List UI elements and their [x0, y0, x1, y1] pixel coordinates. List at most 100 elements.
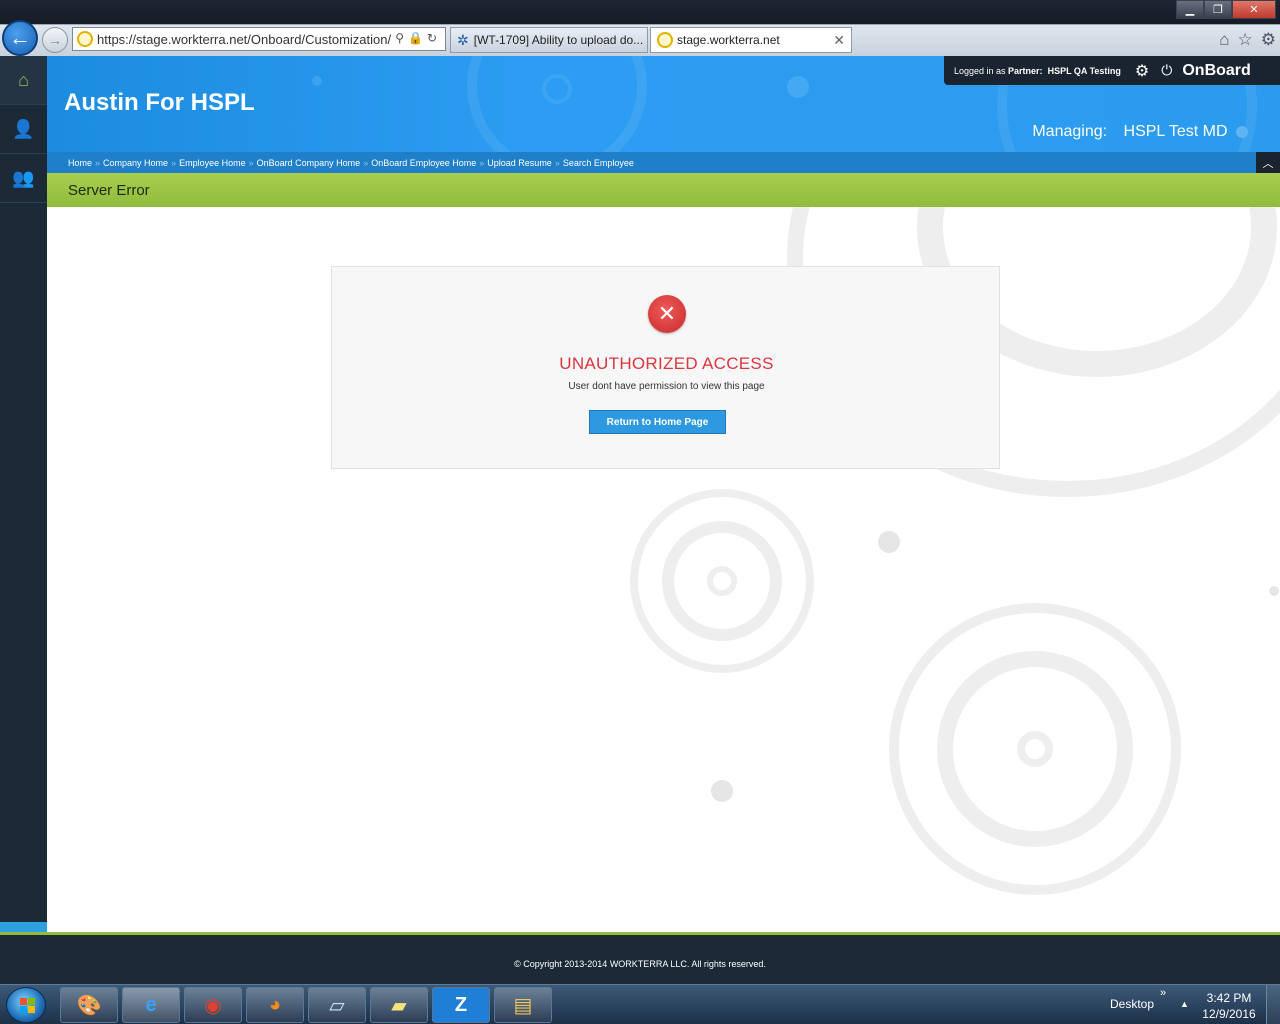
taskbar-ie-icon[interactable]: e [122, 987, 180, 1023]
breadcrumb-upload-resume[interactable]: Upload Resume [487, 158, 552, 168]
breadcrumb-onboard-company-home[interactable]: OnBoard Company Home [257, 158, 361, 168]
show-desktop-button[interactable] [1266, 985, 1280, 1024]
background-decoration [1017, 731, 1053, 767]
home-icon[interactable]: ⌂ [1219, 30, 1229, 50]
clock-time: 3:42 PM [1206, 991, 1252, 1005]
managing-label: Managing: [1032, 123, 1108, 140]
taskbar-chrome-icon[interactable]: ◉ [184, 987, 242, 1023]
taskbar-notes-icon[interactable]: ▱ [308, 987, 366, 1023]
search-icon[interactable]: ⚲ [395, 31, 408, 45]
tab-close-icon[interactable]: ✕ [833, 32, 845, 49]
arrow-right-icon: → [48, 32, 62, 48]
nav-footer-accent [0, 922, 47, 932]
close-window-icon[interactable]: ✕ [1232, 0, 1276, 19]
header-decoration [467, 56, 647, 152]
breadcrumb-separator: » [479, 157, 485, 168]
error-title: UNAUTHORIZED ACCESS [559, 354, 774, 373]
user-icon: 👤 [12, 118, 35, 139]
lock-icon[interactable]: 🔒 [408, 31, 427, 45]
breadcrumb-separator: » [95, 157, 101, 168]
login-prefix: Logged in as [954, 65, 1009, 76]
background-decoration [878, 531, 900, 553]
background-decoration [1269, 586, 1279, 596]
desktop-toolbar-label[interactable]: Desktop [1110, 997, 1154, 1011]
collapse-header-button[interactable]: ︿ [1256, 152, 1280, 173]
chevron-right-icon[interactable]: » [1160, 987, 1166, 999]
return-home-button[interactable]: Return to Home Page [589, 410, 726, 434]
tab-workterra[interactable]: stage.workterra.net ✕ [650, 27, 852, 53]
managing-value[interactable]: HSPL Test MD [1124, 123, 1228, 140]
breadcrumb-separator: » [554, 157, 560, 168]
start-button[interactable] [6, 987, 46, 1023]
home-icon: ⌂ [18, 69, 29, 90]
address-bar-icons[interactable]: ⚲🔒↻ [395, 31, 441, 45]
clock-date: 12/9/2016 [1202, 1007, 1256, 1021]
breadcrumb-employee-home[interactable]: Employee Home [179, 158, 246, 168]
tab-jira[interactable]: ✲ [WT-1709] Ability to upload do... [450, 27, 648, 53]
page-title-bar: Server Error [47, 173, 1280, 207]
users-icon: 👥 [12, 167, 35, 188]
error-message: User dont have permission to view this p… [568, 381, 765, 392]
managing-info: Managing: HSPL Test MD [1032, 123, 1248, 141]
window-controls: ▁ ❐ ✕ [1176, 0, 1276, 19]
url-text[interactable]: https://stage.workterra.net/Onboard/Cust… [97, 32, 391, 47]
site-favicon-icon [77, 31, 93, 47]
settings-gear-icon[interactable]: ⚙ [1135, 61, 1149, 81]
footer: © Copyright 2013-2014 WORKTERRA LLC. All… [0, 932, 1280, 984]
taskbar-paint-icon[interactable]: 🎨 [60, 987, 118, 1023]
maximize-icon[interactable]: ❐ [1204, 0, 1232, 19]
breadcrumb-separator: » [363, 157, 369, 168]
header-decoration [542, 74, 572, 104]
app-header: Austin For HSPL Logged in as Partner: HS… [47, 56, 1280, 152]
back-button[interactable]: ← [2, 20, 38, 56]
system-clock[interactable]: 3:42 PM 12/9/2016 [1200, 990, 1258, 1022]
app-name: OnBoard [1182, 61, 1251, 79]
breadcrumb-onboard-employee-home[interactable]: OnBoard Employee Home [371, 158, 476, 168]
login-bar: Logged in as Partner: HSPL QA Testing ⚙ … [944, 56, 1280, 85]
login-role: Partner: [1008, 65, 1043, 76]
error-x-icon: ✕ [648, 295, 686, 333]
error-card: ✕ UNAUTHORIZED ACCESS User dont have per… [331, 266, 1000, 469]
login-info: Logged in as Partner: HSPL QA Testing [954, 66, 1121, 76]
nav-user[interactable]: 👤 [0, 105, 47, 154]
minimize-icon[interactable]: ▁ [1176, 0, 1204, 19]
browser-tool-icons: ⌂ ☆ ⚙ [1219, 30, 1276, 50]
main-content: ✕ UNAUTHORIZED ACCESS User dont have per… [47, 207, 1280, 932]
copyright-text: © Copyright 2013-2014 WORKTERRA LLC. All… [514, 959, 766, 969]
breadcrumb-home[interactable]: Home [68, 158, 92, 168]
header-decoration [312, 76, 322, 86]
breadcrumb-separator: » [248, 157, 254, 168]
taskbar-firefox-icon[interactable]: ◕ [246, 987, 304, 1023]
forward-button[interactable]: → [42, 27, 68, 53]
taskbar-folder-icon[interactable]: ▤ [494, 987, 552, 1023]
jira-icon: ✲ [457, 31, 469, 48]
site-favicon-icon [657, 32, 673, 48]
tab-label: stage.workterra.net [677, 33, 780, 47]
breadcrumb-search-employee[interactable]: Search Employee [563, 158, 634, 168]
info-icon[interactable] [1236, 125, 1248, 138]
left-nav: ⌂ 👤 👥 [0, 56, 47, 932]
taskbar: 🎨 e ◉ ◕ ▱ ▰ Z ▤ Desktop » ▲ 3:42 PM 12/9… [0, 984, 1280, 1024]
nav-home[interactable]: ⌂ [0, 56, 47, 105]
power-icon[interactable]: ⏻ [1161, 62, 1172, 79]
breadcrumb: Home» Company Home» Employee Home» OnBoa… [47, 152, 1280, 173]
refresh-icon[interactable]: ↻ [427, 31, 441, 45]
chevron-up-icon: ︿ [1262, 157, 1274, 170]
tab-label: [WT-1709] Ability to upload do... [473, 33, 644, 47]
tray-expand-icon[interactable]: ▲ [1180, 999, 1189, 1009]
brand-title: Austin For HSPL [64, 89, 255, 116]
address-bar[interactable]: https://stage.workterra.net/Onboard/Cust… [72, 27, 446, 51]
taskbar-sticky-notes-icon[interactable]: ▰ [370, 987, 428, 1023]
windows-logo-icon [20, 998, 35, 1013]
gear-icon[interactable]: ⚙ [1261, 30, 1276, 50]
favorites-star-icon[interactable]: ☆ [1238, 30, 1253, 50]
login-name: HSPL QA Testing [1047, 65, 1121, 76]
breadcrumb-separator: » [171, 157, 177, 168]
nav-users[interactable]: 👥 [0, 154, 47, 203]
header-decoration [787, 76, 809, 98]
page-title: Server Error [68, 181, 150, 199]
breadcrumb-company-home[interactable]: Company Home [103, 158, 168, 168]
background-decoration [707, 566, 737, 596]
taskbar-zoom-icon[interactable]: Z [432, 987, 490, 1023]
background-decoration [711, 780, 733, 802]
